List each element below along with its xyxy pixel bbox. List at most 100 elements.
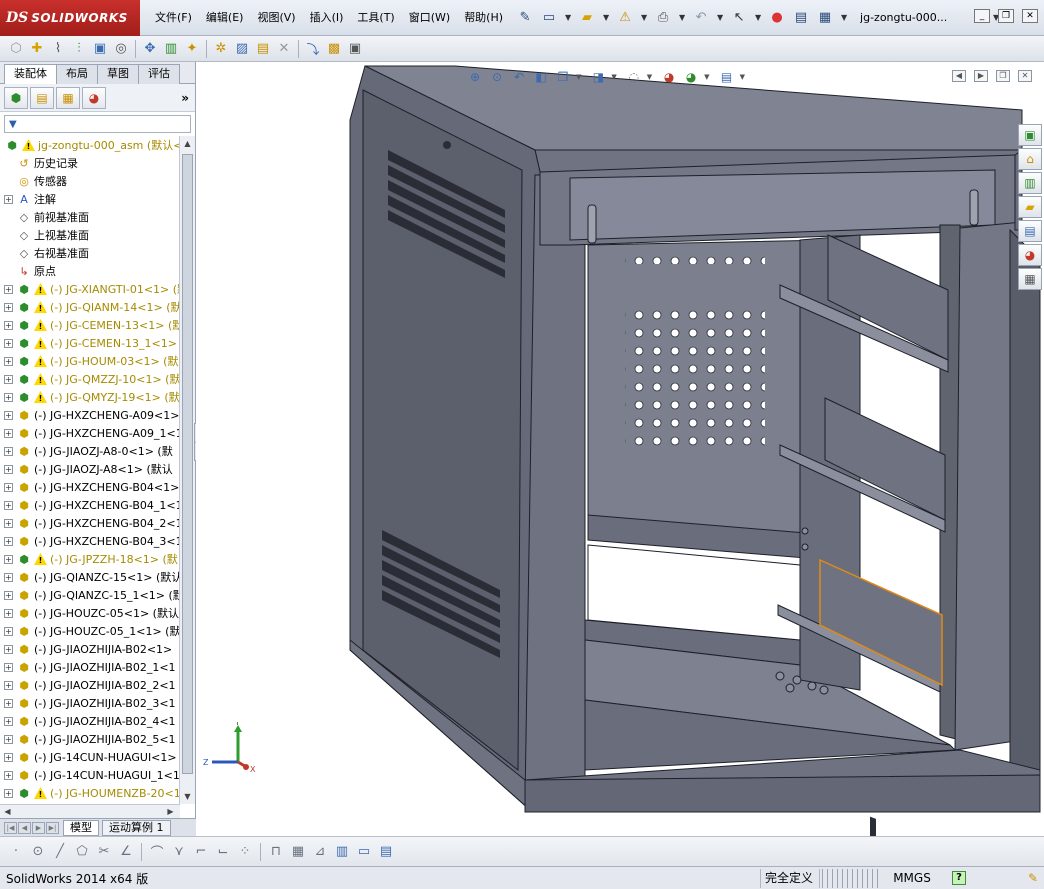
tree-component[interactable]: + ⬢! (-) JG-XIANGTI-01<1> (默: [4, 280, 180, 298]
tree-component[interactable]: + ⬢ (-) JG-JIAOZHIJIA-B02_2<1: [4, 676, 180, 694]
solidworks-logo[interactable]: DS SOLIDWORKS: [0, 0, 140, 36]
smart-fastener-icon[interactable]: ◎: [111, 39, 131, 59]
menu-window[interactable]: 窗口(W): [402, 0, 457, 36]
graphics-area[interactable]: ⊕ ⊙ ↶ ◧ ❒ ▼ ◨ ▼ ◌ ▼ ◕ ◕ ▼ ▤ ▼ ◀ ▶ ❐ ✕ ▣ …: [196, 62, 1044, 836]
view-orientation-icon[interactable]: ◨: [589, 68, 607, 86]
expand-icon[interactable]: +: [4, 608, 13, 618]
point-icon[interactable]: ·: [6, 842, 26, 862]
tab-sketch[interactable]: 草图: [97, 64, 139, 84]
filter-icon[interactable]: ▼: [9, 119, 17, 130]
tree-component[interactable]: + ⬢ (-) JG-QIANZC-15_1<1> (默: [4, 586, 180, 604]
status-units[interactable]: MMGS: [880, 871, 944, 885]
instant3d-icon[interactable]: ▩: [324, 39, 344, 59]
tree-component[interactable]: + ⬢! (-) JG-CEMEN-13_1<1>: [4, 334, 180, 352]
file-properties-icon[interactable]: ▤: [790, 7, 812, 29]
tree-component[interactable]: + ⬢ (-) JG-JIAOZJ-A8<1> (默认: [4, 460, 180, 478]
expand-icon[interactable]: +: [4, 374, 13, 384]
tree-component[interactable]: + ⬢! (-) JG-JPZZH-18<1> (默: [4, 550, 180, 568]
first-tab-icon[interactable]: |◀: [4, 821, 17, 834]
grid-icon[interactable]: ▦: [288, 842, 308, 862]
rebuild-icon[interactable]: ✎: [1028, 871, 1038, 885]
expand-icon[interactable]: +: [4, 788, 13, 798]
smart-dimension-icon[interactable]: ⊓: [266, 842, 286, 862]
offset-icon[interactable]: ⌒: [147, 842, 167, 862]
new-document-icon[interactable]: ▭: [538, 7, 560, 29]
expand-icon[interactable]: +: [4, 698, 13, 708]
feature-tree-icon[interactable]: ⬢: [4, 86, 28, 109]
expand-icon[interactable]: +: [4, 752, 13, 762]
expand-icon[interactable]: +: [4, 536, 13, 546]
options-icon[interactable]: ▦: [814, 7, 836, 29]
tree-component[interactable]: + ⬢! (-) JG-CEMEN-13<1> (默: [4, 316, 180, 334]
expand-icon[interactable]: +: [4, 284, 13, 294]
viewport-close-icon[interactable]: ✕: [1018, 70, 1032, 82]
display-manager-icon[interactable]: ◕: [82, 86, 106, 109]
expand-icon[interactable]: +: [4, 680, 13, 690]
design-library-icon[interactable]: ▥: [1018, 172, 1042, 194]
expand-icon[interactable]: +: [4, 338, 13, 348]
select-dropdown-icon[interactable]: ▼: [752, 7, 764, 29]
chamfer-icon[interactable]: ⌙: [213, 842, 233, 862]
scroll-right-icon[interactable]: ▶: [163, 804, 178, 819]
view-settings-dropdown-icon[interactable]: ▼: [740, 73, 745, 81]
apply-scene-icon[interactable]: ◕: [682, 68, 700, 86]
tree-component[interactable]: + ⬢ (-) JG-HXZCHENG-A09<1> (: [4, 406, 180, 424]
tree-component[interactable]: + ⬢ (-) JG-14CUN-HUAGUI<1> (: [4, 748, 180, 766]
print-icon[interactable]: ⎙: [652, 7, 674, 29]
expand-icon[interactable]: +: [4, 464, 13, 474]
print-dropdown-icon[interactable]: ▼: [676, 7, 688, 29]
quick-snaps-icon[interactable]: ▥: [332, 842, 352, 862]
tree-component[interactable]: + ⬢! (-) JG-QIANM-14<1> (默: [4, 298, 180, 316]
explode-line-sketch-icon[interactable]: ⤵: [303, 39, 323, 59]
reference-geometry-icon[interactable]: ✲: [211, 39, 231, 59]
expand-icon[interactable]: +: [4, 770, 13, 780]
new-part-icon[interactable]: ✚: [27, 39, 47, 59]
rebuild-warning-icon[interactable]: ⚠: [614, 7, 636, 29]
tree-node[interactable]: ◎ 传感器: [4, 172, 180, 190]
tree-vertical-scrollbar[interactable]: ▲ ▼: [179, 136, 195, 804]
fillet-icon[interactable]: ⌐: [191, 842, 211, 862]
tab-evaluate[interactable]: 评估: [138, 64, 180, 84]
expand-icon[interactable]: +: [4, 356, 13, 366]
expand-icon[interactable]: +: [4, 734, 13, 744]
close-icon[interactable]: ✕: [1022, 9, 1038, 23]
tree-component[interactable]: + ⬢ (-) JG-HOUZC-05<1> (默认: [4, 604, 180, 622]
show-hidden-icon[interactable]: ▥: [161, 39, 181, 59]
expand-icon[interactable]: +: [4, 572, 13, 582]
display-style-dropdown-icon[interactable]: ▼: [611, 73, 616, 81]
expand-icon[interactable]: +: [4, 644, 13, 654]
scroll-up-icon[interactable]: ▲: [180, 136, 195, 151]
rapid-sketch-icon[interactable]: ▭: [354, 842, 374, 862]
minimize-icon[interactable]: _: [974, 9, 990, 23]
tree-component[interactable]: + ⬢ (-) JG-HXZCHENG-B04<1> (: [4, 478, 180, 496]
undo-dropdown-icon[interactable]: ▼: [714, 7, 726, 29]
tree-component[interactable]: + ⬢ (-) JG-HXZCHENG-B04_3<1: [4, 532, 180, 550]
menu-edit[interactable]: 编辑(E): [199, 0, 251, 36]
tree-component[interactable]: + ⬢ (-) JG-JIAOZJ-A8-0<1> (默: [4, 442, 180, 460]
menu-insert[interactable]: 插入(I): [303, 0, 351, 36]
scroll-thumb[interactable]: [182, 154, 193, 774]
tree-node[interactable]: ◇ 右视基准面: [4, 244, 180, 262]
display-relations-icon[interactable]: ⊿: [310, 842, 330, 862]
expand-icon[interactable]: +: [4, 194, 13, 204]
expand-icon[interactable]: +: [4, 410, 13, 420]
linear-pattern-icon[interactable]: ▣: [90, 39, 110, 59]
options-dropdown-icon[interactable]: ▼: [838, 7, 850, 29]
tree-node[interactable]: ◇ 前视基准面: [4, 208, 180, 226]
next-tab-icon[interactable]: ▶: [32, 821, 45, 834]
prev-tab-icon[interactable]: ◀: [18, 821, 31, 834]
convert-entities-icon[interactable]: ∠: [116, 842, 136, 862]
paperclip-icon[interactable]: ⌇: [48, 39, 68, 59]
menu-tools[interactable]: 工具(T): [350, 0, 401, 36]
tree-component[interactable]: + ⬢ (-) JG-HXZCHENG-A09_1<1: [4, 424, 180, 442]
solidworks-resources-icon[interactable]: ▣: [1018, 124, 1042, 146]
tree-node[interactable]: + A 注解: [4, 190, 180, 208]
bill-of-materials-icon[interactable]: ▤: [253, 39, 273, 59]
expand-icon[interactable]: +: [4, 320, 13, 330]
tree-node[interactable]: ↺ 历史记录: [4, 154, 180, 172]
expand-icon[interactable]: +: [4, 428, 13, 438]
configuration-manager-icon[interactable]: ▦: [56, 86, 80, 109]
tree-component[interactable]: + ⬢ (-) JG-JIAOZHIJIA-B02_1<1: [4, 658, 180, 676]
tree-component[interactable]: + ⬢! (-) JG-HOUMENZB-20<1: [4, 784, 180, 802]
tree-component[interactable]: + ⬢! (-) JG-HOUM-03<1> (默认: [4, 352, 180, 370]
